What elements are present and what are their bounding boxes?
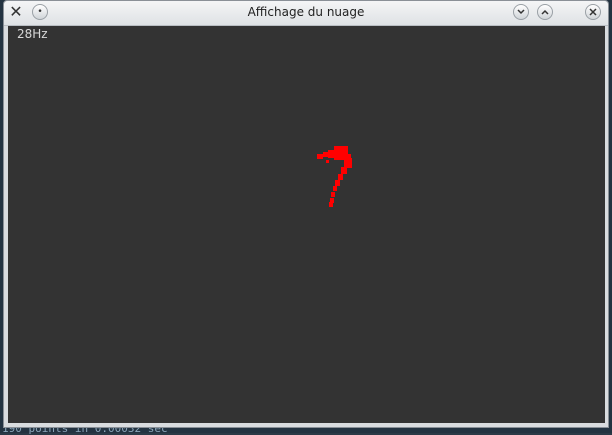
point-cloud-points [317,146,352,207]
viewer-window: ✕ • Affichage du nuage 28Hz [3,0,609,428]
close-icon[interactable] [585,4,601,20]
point-cloud-canvas[interactable]: 28Hz [8,26,605,423]
chevron-down-icon[interactable] [513,4,529,20]
title-bar[interactable]: ✕ • Affichage du nuage [4,1,608,26]
chevron-up-icon[interactable] [537,4,553,20]
point-cloud [317,146,352,207]
